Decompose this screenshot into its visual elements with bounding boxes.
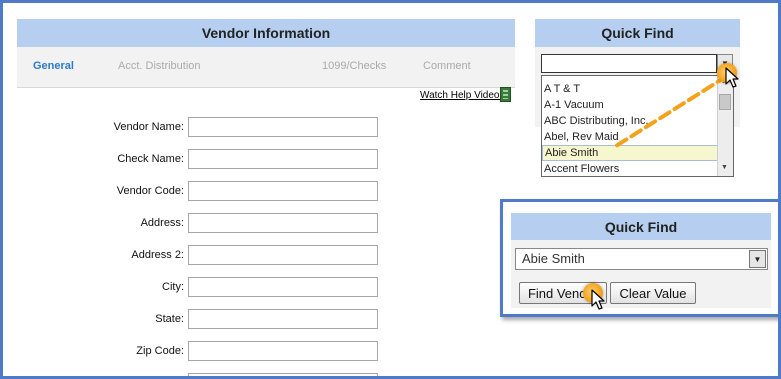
drag-annotation-arrow [614,74,729,148]
mouse-pointer-icon [725,67,739,88]
vendor-select-dropdown-button[interactable]: ▼ [749,250,766,268]
quick-find-callout-header: Quick Find [511,213,771,240]
vendor-select[interactable]: Abie Smith [515,248,768,270]
quick-find-callout-title: Quick Find [604,218,678,235]
mouse-pointer-icon [591,289,605,310]
tutorial-frame: Vendor Information General Acct. Distrib… [0,0,781,379]
clear-value-button[interactable]: Clear Value [610,282,696,304]
vendor-select-value: Abie Smith [522,251,585,266]
quick-find-callout: Quick Find Abie Smith ▼ Find Vendor Clea… [500,199,778,317]
chevron-down-icon: ▼ [753,254,762,264]
